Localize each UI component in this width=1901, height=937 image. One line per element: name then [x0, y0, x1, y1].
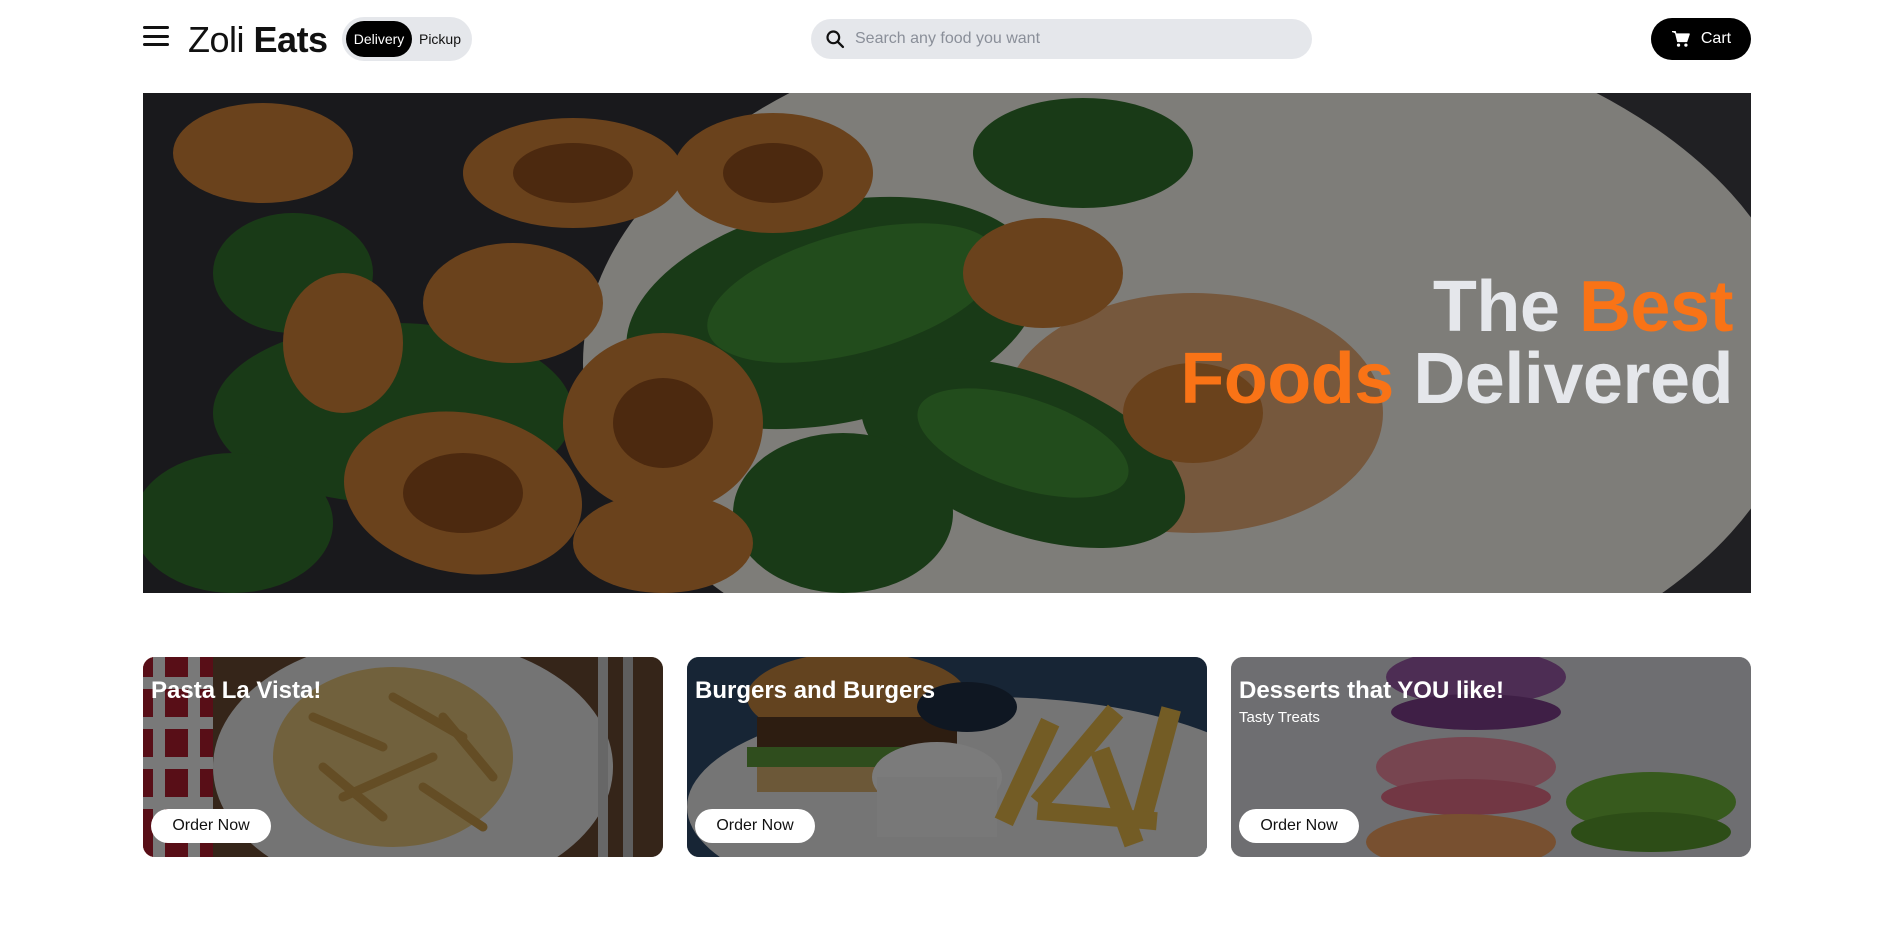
- search-input[interactable]: [855, 30, 1295, 48]
- menu-icon[interactable]: [143, 24, 169, 48]
- brand-name-light: Zoli: [188, 19, 245, 60]
- hero-word-foods: Foods: [1180, 339, 1394, 419]
- promo-card-burgers: Burgers and Burgers Order Now: [687, 657, 1207, 857]
- hero-word-best: Best: [1578, 267, 1734, 347]
- cart-label: Cart: [1700, 30, 1732, 47]
- brand-name-bold: Eats: [253, 19, 329, 60]
- search-icon: [826, 30, 845, 49]
- top-nav: Zoli Eats Delivery Pickup Cart: [0, 0, 1901, 80]
- order-now-button[interactable]: Order Now: [1239, 809, 1359, 843]
- order-now-button[interactable]: Order Now: [695, 809, 815, 843]
- card-subtitle: Tasty Treats: [1239, 709, 1320, 726]
- cart-button[interactable]: Cart: [1651, 18, 1751, 60]
- cart-icon: [1671, 30, 1690, 47]
- pickup-option[interactable]: Pickup: [412, 21, 468, 57]
- hero-headline: The Best Foods Delivered: [1180, 271, 1733, 415]
- card-title: Burgers and Burgers: [695, 677, 936, 704]
- promo-card-pasta: Pasta La Vista! Order Now: [143, 657, 663, 857]
- delivery-option[interactable]: Delivery: [346, 21, 412, 57]
- hero-banner: The Best Foods Delivered: [143, 93, 1751, 593]
- brand-logo[interactable]: Zoli Eats: [188, 18, 328, 62]
- card-title: Desserts that YOU like!: [1239, 677, 1504, 704]
- promo-card-desserts: Desserts that YOU like! Tasty Treats Ord…: [1231, 657, 1751, 857]
- hero-word-the: The: [1432, 267, 1560, 347]
- order-now-button[interactable]: Order Now: [151, 809, 271, 843]
- delivery-mode-toggle: Delivery Pickup: [342, 17, 472, 61]
- card-title: Pasta La Vista!: [151, 677, 322, 704]
- search-bar: [811, 19, 1312, 59]
- hero-word-delivered: Delivered: [1413, 339, 1733, 419]
